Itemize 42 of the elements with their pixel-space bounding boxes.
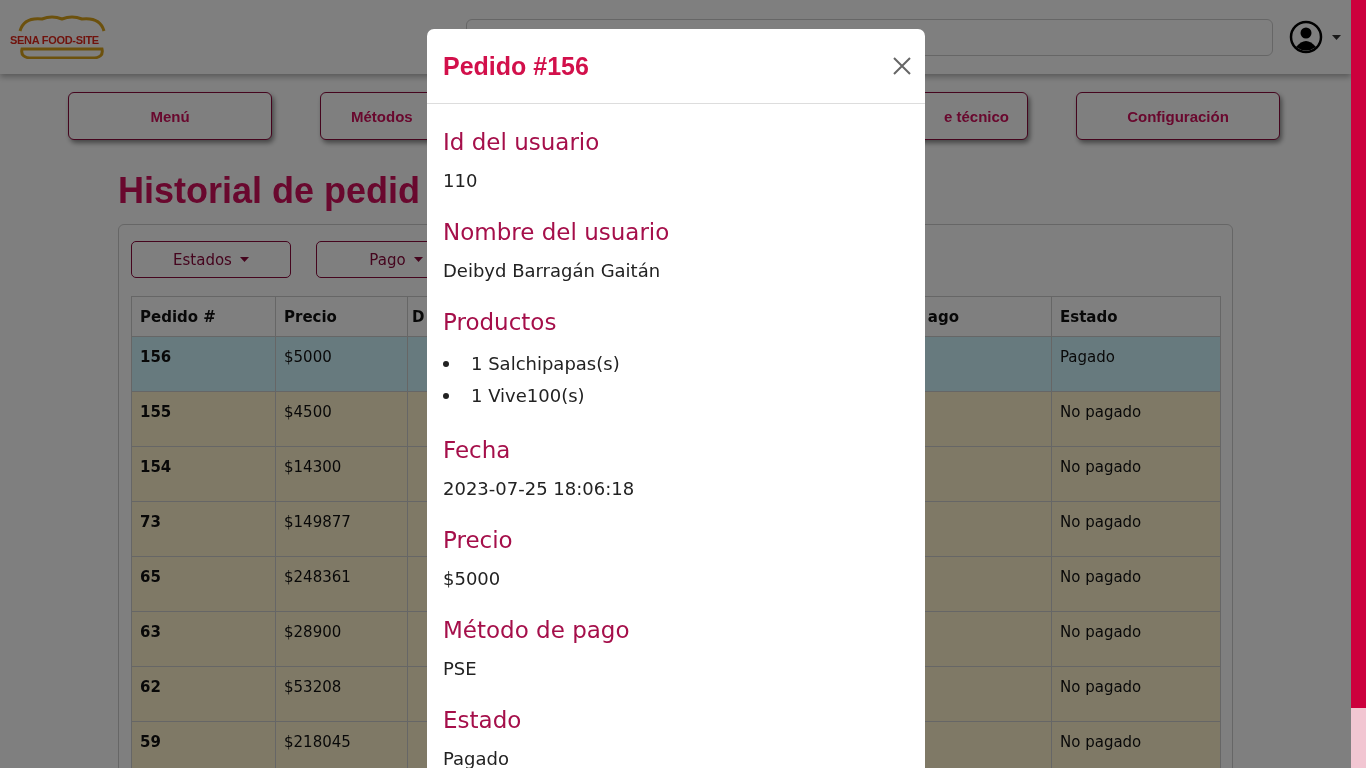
field-label: Precio (443, 526, 514, 555)
table-cell: $248361 (275, 556, 408, 612)
field-value: PSE (443, 657, 478, 681)
table-cell: $53208 (275, 666, 408, 722)
table-cell: No pagado (1051, 391, 1221, 447)
table-cell: No pagado (1051, 556, 1221, 612)
page-title: Historial de pedid (118, 170, 421, 213)
table-cell: $149877 (275, 501, 408, 557)
field-value: 2023-07-25 18:06:18 (443, 477, 636, 501)
table-cell: $14300 (275, 446, 408, 502)
table-cell: 63 (131, 611, 276, 667)
column-header: Estado (1051, 296, 1221, 337)
field-label: Estado (443, 706, 523, 735)
dialog-title: Pedido #156 (443, 51, 589, 81)
field-label: Productos (443, 308, 558, 337)
table-cell: 154 (131, 446, 276, 502)
table-cell: Pagado (1051, 336, 1221, 392)
table-cell: $4500 (275, 391, 408, 447)
table-cell: 65 (131, 556, 276, 612)
table-cell: 59 (131, 721, 276, 768)
table-cell: $5000 (275, 336, 408, 392)
table-cell: No pagado (1051, 446, 1221, 502)
table-cell: No pagado (1051, 721, 1221, 768)
field-value: Pagado (443, 747, 510, 768)
field-label: Fecha (443, 436, 512, 465)
logo-text: SENA FOOD-SITE (10, 34, 99, 46)
table-cell: 156 (131, 336, 276, 392)
column-header: Pedido # (131, 296, 276, 337)
field-value: $5000 (443, 567, 502, 591)
table-cell: $218045 (275, 721, 408, 768)
table-cell: 62 (131, 666, 276, 722)
table-cell: No pagado (1051, 611, 1221, 667)
table-cell: 73 (131, 501, 276, 557)
field-value: 110 (443, 169, 479, 193)
table-cell: No pagado (1051, 666, 1221, 722)
table-cell: 155 (131, 391, 276, 447)
table-cell: $28900 (275, 611, 408, 667)
product-item: 1 Salchipapas(s) (471, 352, 620, 376)
field-label: Método de pago (443, 616, 631, 645)
table-cell: No pagado (1051, 501, 1221, 557)
product-item: 1 Vive100(s) (471, 384, 585, 408)
column-header: Precio (275, 296, 408, 337)
